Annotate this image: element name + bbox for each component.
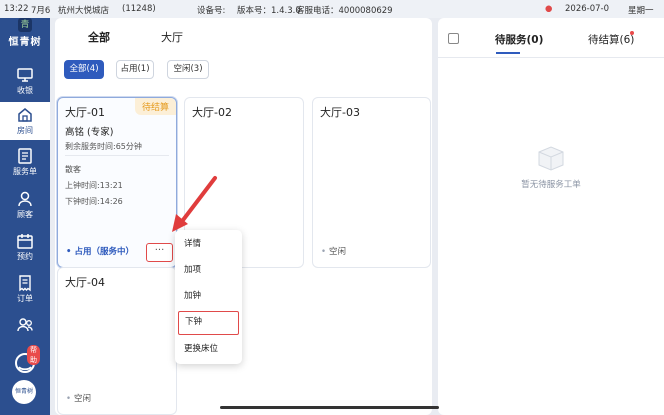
room-name: 大厅-02 xyxy=(192,106,232,119)
remaining-time: 剩余服务时间:65分钟 xyxy=(65,142,142,151)
sidebar: 青 恒青树 收银 房间 服务单 顾客 预约 订单 帮助 恒青树 xyxy=(0,18,50,415)
room-card-hall-01[interactable]: 大厅-01 待结算 高铭 (专家) 剩余服务时间:65分钟 散客 上钟时间:13… xyxy=(57,97,177,268)
avatar[interactable]: 恒青树 xyxy=(12,380,36,404)
notification-dot xyxy=(630,31,634,35)
annotation-arrow-icon xyxy=(172,176,217,232)
menu-item-change-bed[interactable]: 更换床位 xyxy=(178,337,239,361)
filter-occupied[interactable]: 占用(1) xyxy=(116,60,154,79)
end-time: 下钟时间:14:26 xyxy=(65,197,123,206)
sidebar-item-orders[interactable]: 订单 xyxy=(0,270,50,308)
status-date: 7月6 xyxy=(31,6,51,16)
empty-state-text: 暂无待服务工单 xyxy=(521,180,581,190)
collapse-panel-icon[interactable] xyxy=(448,33,459,44)
tab-hall[interactable]: 大厅 xyxy=(161,29,183,45)
sidebar-item-label: 房间 xyxy=(17,126,33,135)
start-time: 上钟时间:13:21 xyxy=(65,181,123,190)
room-card-hall-04[interactable]: 大厅-04 空闲 xyxy=(57,267,177,415)
panel-divider xyxy=(438,57,664,58)
brand-name: 恒青树 xyxy=(8,37,42,48)
empty-box-icon xyxy=(538,146,564,171)
monitor-icon xyxy=(17,68,33,82)
tab-pending-service[interactable]: 待服务(0) xyxy=(495,32,543,47)
room-name: 大厅-01 xyxy=(65,106,105,119)
room-card-hall-03[interactable]: 大厅-03 空闲 xyxy=(312,97,431,268)
service-hotline: 客服电话：4000080629 xyxy=(296,6,393,16)
sidebar-item-label: 服务单 xyxy=(13,167,37,176)
home-indicator xyxy=(220,406,439,409)
rooms-panel: 全部 大厅 全部(4) 占用(1) 空闲(3) 大厅-01 待结算 高铭 (专家… xyxy=(55,18,432,415)
sidebar-item-rooms[interactable]: 房间 xyxy=(0,102,50,140)
room-status: 占用（服务中） xyxy=(66,245,134,257)
order-icon xyxy=(19,275,31,292)
help-badge: 帮助 xyxy=(27,345,40,365)
room-name: 大厅-04 xyxy=(65,276,105,289)
device-number: 设备号: xyxy=(197,6,226,16)
help-button[interactable]: 帮助 xyxy=(10,345,40,378)
brand-mark-icon: 青 xyxy=(18,18,32,32)
room-status: 空闲 xyxy=(66,392,91,404)
sidebar-item-label: 订单 xyxy=(17,294,33,303)
status-bar: 13:22 7月6 杭州大悦城店 (11248) 设备号: 版本号：1.4.3.… xyxy=(0,0,664,18)
app-version: 版本号：1.4.3.0 xyxy=(237,6,301,16)
card-divider xyxy=(65,155,169,156)
menu-item-extend-time[interactable]: 加钟 xyxy=(178,284,239,308)
room-action-menu: 详情 加项 加钟 下钟 更换床位 xyxy=(175,230,242,364)
sidebar-item-label: 顾客 xyxy=(17,210,33,219)
more-options-button[interactable]: ··· xyxy=(146,243,173,262)
calendar-icon xyxy=(17,234,33,249)
service-order-icon xyxy=(18,148,32,164)
customer-type: 散客 xyxy=(65,165,81,174)
room-status: 空闲 xyxy=(321,245,346,257)
record-icon: ● xyxy=(545,4,553,14)
status-datetime: 2026-07-0 xyxy=(565,4,609,14)
sidebar-item-cashier[interactable]: 收银 xyxy=(0,62,50,100)
technician-name: 高铭 (专家) xyxy=(65,127,114,138)
work-orders-panel: 待服务(0) 待结算(6) 暂无待服务工单 xyxy=(438,18,664,415)
active-tab-indicator xyxy=(496,52,520,54)
sidebar-item-staff[interactable] xyxy=(0,312,50,350)
brand-logo: 青 恒青树 xyxy=(0,18,50,50)
menu-item-end-service[interactable]: 下钟 xyxy=(178,311,239,335)
filter-all[interactable]: 全部(4) xyxy=(64,60,104,79)
tab-all[interactable]: 全部 xyxy=(88,29,110,45)
sidebar-item-service-orders[interactable]: 服务单 xyxy=(0,143,50,181)
status-weekday: 星期一 xyxy=(628,6,654,16)
sidebar-item-appointments[interactable]: 预约 xyxy=(0,228,50,266)
home-icon xyxy=(18,108,32,122)
sidebar-item-customers[interactable]: 顾客 xyxy=(0,186,50,224)
room-name: 大厅-03 xyxy=(320,106,360,119)
store-id: (11248) xyxy=(122,4,156,14)
pending-payment-badge: 待结算 xyxy=(134,98,176,115)
staff-icon xyxy=(17,318,33,332)
filter-free[interactable]: 空闲(3) xyxy=(167,60,209,79)
sidebar-item-label: 收银 xyxy=(17,86,33,95)
store-name: 杭州大悦城店 xyxy=(58,6,110,16)
menu-item-add-item[interactable]: 加项 xyxy=(178,258,239,282)
sidebar-item-label: 预约 xyxy=(17,252,33,261)
status-time: 13:22 xyxy=(4,4,29,14)
customer-icon xyxy=(18,191,32,207)
tab-pending-payment[interactable]: 待结算(6) xyxy=(588,32,634,47)
